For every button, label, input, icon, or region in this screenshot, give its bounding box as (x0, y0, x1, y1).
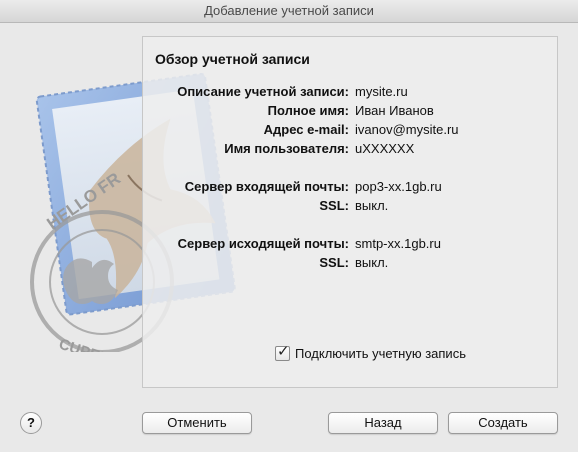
field-label: Сервер исходящей почты: (177, 236, 349, 251)
field-label: Описание учетной записи: (177, 84, 349, 99)
create-button[interactable]: Создать (448, 412, 558, 434)
field-value: pop3-xx.1gb.ru (355, 179, 442, 194)
field-label: Имя пользователя: (224, 141, 349, 156)
field-value: Иван Иванов (355, 103, 434, 118)
row-username: Имя пользователя: uXXXXXX (143, 141, 557, 159)
cancel-button[interactable]: Отменить (142, 412, 252, 434)
row-email: Адрес e-mail: ivanov@mysite.ru (143, 122, 557, 140)
field-value: mysite.ru (355, 84, 408, 99)
field-value: smtp-xx.1gb.ru (355, 236, 441, 251)
title-bar: Добавление учетной записи (0, 0, 578, 23)
add-account-dialog: Добавление учетной записи HELLO FR CUPER… (0, 0, 578, 452)
field-label: Полное имя: (267, 103, 349, 118)
back-button[interactable]: Назад (328, 412, 438, 434)
checkmark-icon: ✓ (277, 342, 290, 360)
field-label: Сервер входящей почты: (184, 179, 349, 194)
row-incoming-ssl: SSL: выкл. (143, 198, 557, 216)
field-value: выкл. (355, 255, 389, 270)
row-full-name: Полное имя: Иван Иванов (143, 103, 557, 121)
field-label: SSL: (319, 198, 349, 213)
row-outgoing-server: Сервер исходящей почты: smtp-xx.1gb.ru (143, 236, 557, 254)
row-incoming-server: Сервер входящей почты: pop3-xx.1gb.ru (143, 179, 557, 197)
field-value: uXXXXXX (355, 141, 415, 156)
activate-account-checkbox[interactable]: ✓ (275, 343, 290, 361)
field-value: выкл. (355, 198, 389, 213)
window-title: Добавление учетной записи (204, 3, 374, 18)
account-summary-panel: Обзор учетной записи Описание учетной за… (142, 36, 558, 388)
field-label: Адрес e-mail: (263, 122, 349, 137)
activate-account-label[interactable]: Подключить учетную запись (295, 346, 466, 361)
panel-title: Обзор учетной записи (155, 51, 310, 67)
field-value: ivanov@mysite.ru (355, 122, 459, 137)
row-outgoing-ssl: SSL: выкл. (143, 255, 557, 273)
help-button[interactable]: ? (20, 412, 42, 434)
activate-account-option[interactable]: ✓ Подключить учетную запись (275, 343, 466, 362)
row-description: Описание учетной записи: mysite.ru (143, 84, 557, 102)
field-label: SSL: (319, 255, 349, 270)
